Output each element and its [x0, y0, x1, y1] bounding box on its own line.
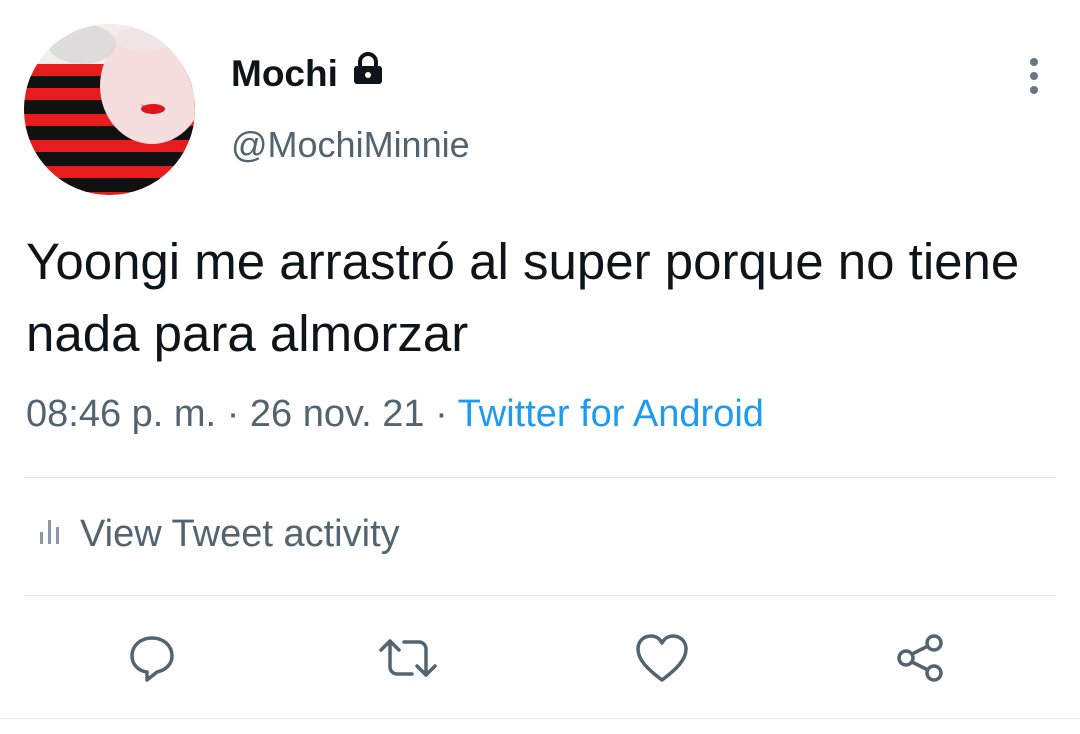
- avatar[interactable]: [24, 24, 195, 195]
- bar-chart-icon: [38, 513, 62, 556]
- bottom-divider: [0, 718, 1080, 719]
- more-options-icon[interactable]: [1016, 54, 1052, 98]
- view-tweet-activity-button[interactable]: View Tweet activity: [38, 513, 400, 556]
- tweet-time: 08:46 p. m.: [26, 393, 217, 435]
- retweet-icon[interactable]: [378, 628, 438, 688]
- tweet-date: 26 nov. 21: [249, 393, 425, 435]
- display-name[interactable]: Mochi: [231, 53, 338, 95]
- divider: [24, 477, 1056, 478]
- author-name-row[interactable]: Mochi: [231, 52, 384, 95]
- tweet-source-link[interactable]: Twitter for Android: [458, 393, 764, 435]
- tweet-meta: 08:46 p. m. · 26 nov. 21 · Twitter for A…: [26, 393, 764, 436]
- meta-separator: ·: [226, 393, 240, 435]
- author-handle[interactable]: @MochiMinnie: [231, 124, 470, 166]
- meta-separator: ·: [435, 393, 448, 435]
- reply-icon[interactable]: [122, 628, 182, 688]
- view-tweet-activity-label: View Tweet activity: [80, 513, 400, 555]
- heart-icon[interactable]: [632, 628, 692, 688]
- tweet-text: Yoongi me arrastró al super porque no ti…: [26, 233, 1020, 362]
- divider: [24, 595, 1056, 596]
- lock-icon: [352, 52, 384, 95]
- tweet-actions-bar: [0, 628, 1080, 688]
- share-icon[interactable]: [890, 628, 950, 688]
